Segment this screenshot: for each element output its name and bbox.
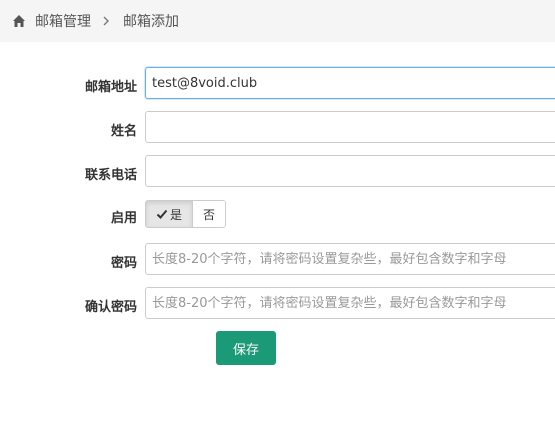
name-label: 姓名 xyxy=(110,124,137,139)
email-label: 邮箱地址 xyxy=(84,80,137,95)
enabled-no-label: 否 xyxy=(203,207,216,222)
enabled-yes-button[interactable]: 是 xyxy=(146,201,193,227)
name-field[interactable] xyxy=(145,111,555,143)
save-button[interactable]: 保存 xyxy=(216,331,276,365)
breadcrumb: 邮箱管理 邮箱添加 xyxy=(0,0,555,42)
chevron-right-icon xyxy=(102,15,112,27)
phone-label: 联系电话 xyxy=(84,168,137,183)
email-field[interactable] xyxy=(145,67,555,99)
check-icon xyxy=(156,208,168,220)
home-icon[interactable] xyxy=(12,14,26,28)
password-label: 密码 xyxy=(110,256,137,271)
breadcrumb-item-mailbox-add: 邮箱添加 xyxy=(123,14,179,30)
enabled-no-button[interactable]: 否 xyxy=(192,201,226,227)
confirm-password-field[interactable] xyxy=(145,287,555,319)
confirm-password-label: 确认密码 xyxy=(84,300,137,315)
enabled-yes-label: 是 xyxy=(170,207,183,222)
enabled-label: 启用 xyxy=(110,211,137,226)
phone-field[interactable] xyxy=(145,155,555,187)
password-field[interactable] xyxy=(145,243,555,275)
enabled-toggle: 是 否 xyxy=(145,200,227,228)
breadcrumb-item-mailbox-management[interactable]: 邮箱管理 xyxy=(35,11,91,31)
